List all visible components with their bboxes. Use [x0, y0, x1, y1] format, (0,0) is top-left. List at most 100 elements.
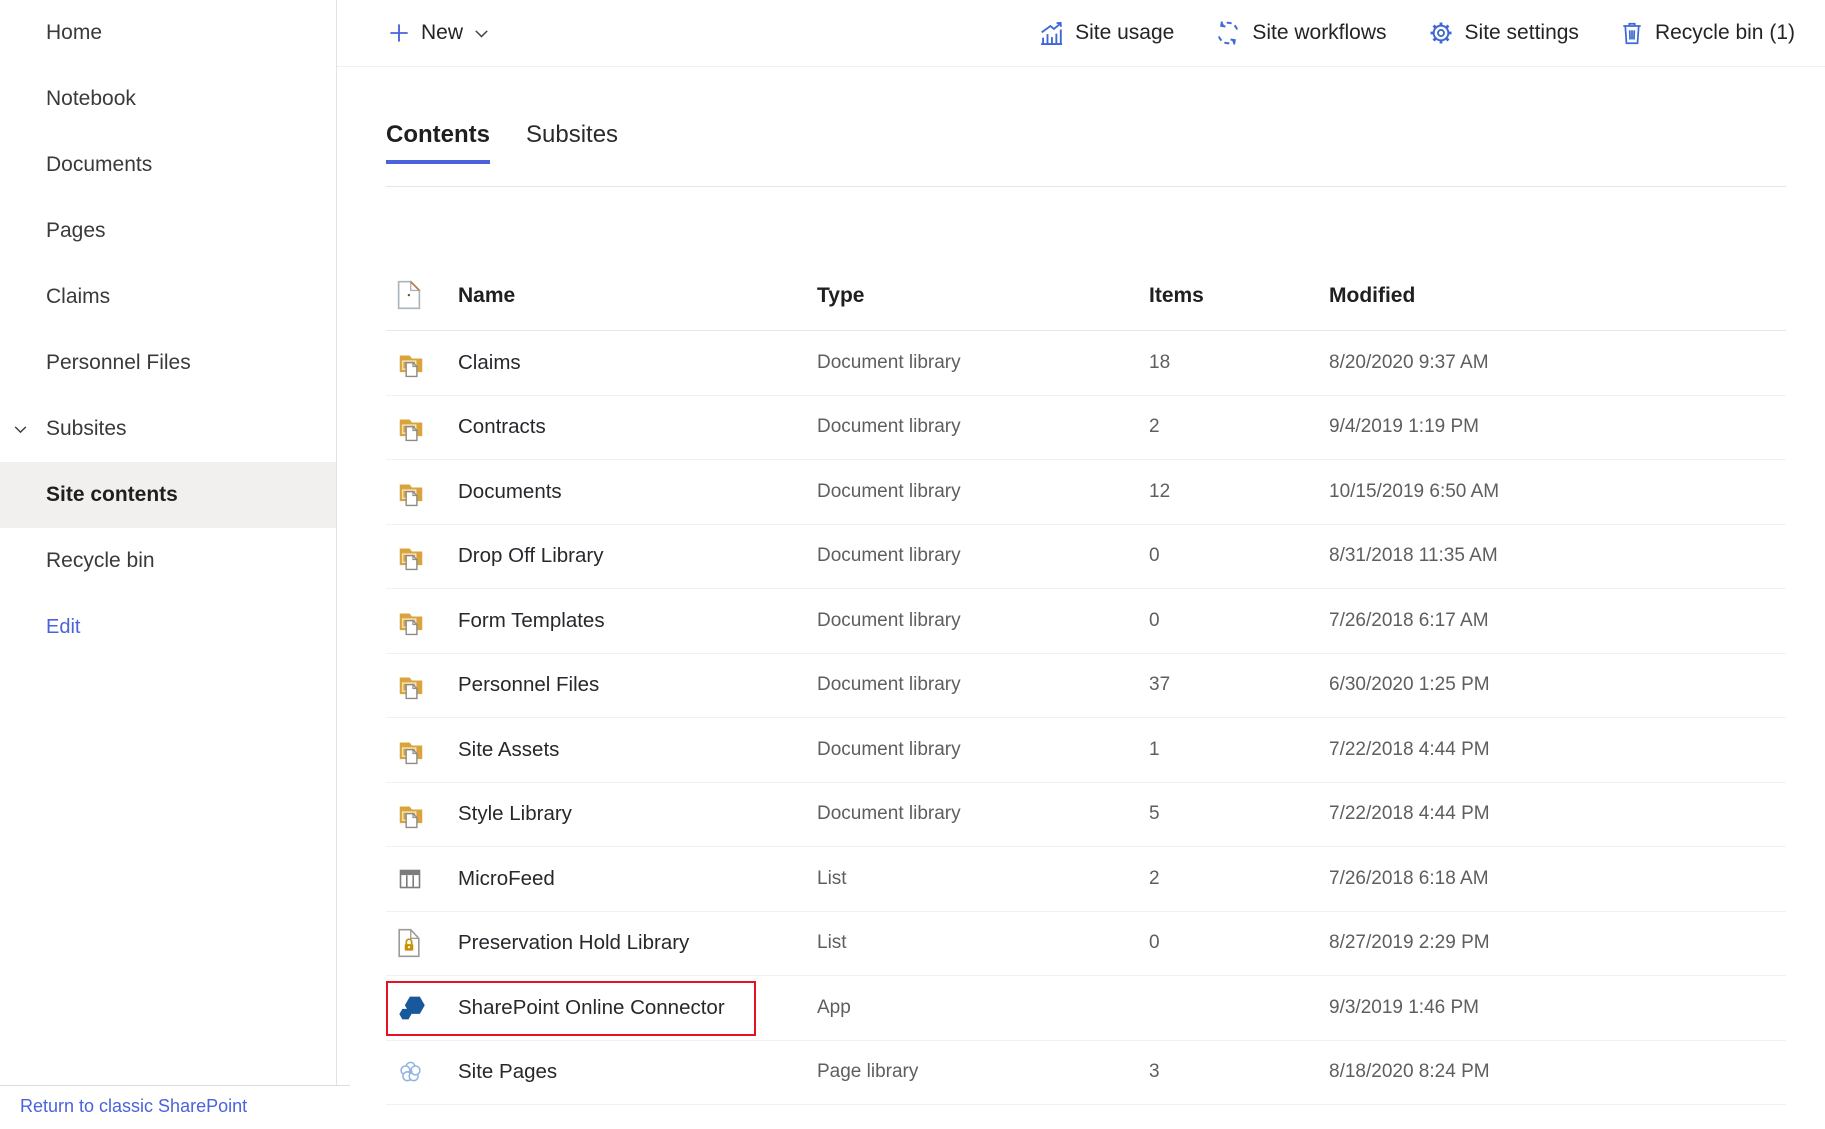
column-header-type[interactable]: Type — [817, 284, 864, 308]
table-row-drop-off-library[interactable]: Drop Off LibraryDocument library08/31/20… — [386, 525, 1786, 590]
tab-subsites[interactable]: Subsites — [526, 121, 618, 164]
row-name-link[interactable]: Preservation Hold Library — [458, 931, 689, 955]
chevron-down-icon[interactable] — [12, 396, 29, 462]
column-header-name[interactable]: Name — [458, 284, 515, 308]
sidebar-item-label: Subsites — [46, 417, 127, 440]
table-row-site-pages[interactable]: Site Pages Page library 3 8/18/2020 8:24 PM — [386, 1041, 1786, 1106]
row-name-link[interactable]: Personnel Files — [458, 673, 599, 697]
sidebar-item-label: Pages — [46, 219, 106, 242]
row-name-link[interactable]: Site Assets — [458, 738, 559, 762]
sidebar-item-label: Recycle bin — [46, 549, 155, 572]
new-button[interactable]: New — [386, 20, 491, 46]
document-library-icon — [396, 799, 426, 829]
recycle-bin-icon — [1619, 20, 1645, 46]
document-library-icon — [396, 348, 426, 378]
row-modified: 9/3/2019 1:46 PM — [1329, 997, 1479, 1019]
row-name-link[interactable]: SharePoint Online Connector — [458, 996, 725, 1020]
row-type: Document library — [817, 481, 961, 503]
sidebar-item-documents[interactable]: Documents — [0, 132, 336, 198]
site-workflows-icon — [1214, 19, 1242, 47]
row-items: 5 — [1149, 803, 1160, 825]
table-row-form-templates[interactable]: Form TemplatesDocument library07/26/2018… — [386, 589, 1786, 654]
column-header-modified[interactable]: Modified — [1329, 284, 1415, 308]
sidebar-item-home[interactable]: Home — [0, 0, 336, 66]
sidebar-item-edit[interactable]: Edit — [0, 594, 336, 660]
row-type: App — [817, 997, 851, 1019]
page-lock-icon — [396, 928, 422, 958]
tabs: Contents Subsites — [386, 121, 618, 164]
row-type: List — [817, 932, 847, 954]
row-name-link[interactable]: MicroFeed — [458, 867, 555, 891]
file-icon — [396, 280, 422, 310]
new-button-label: New — [421, 21, 463, 45]
table-row-sharepoint-online-connector[interactable]: SharePoint Online Connector App 9/3/2019 1… — [386, 976, 1786, 1041]
table-row-style-library[interactable]: Style LibraryDocument library57/22/2018 … — [386, 783, 1786, 848]
row-type: Page library — [817, 1061, 918, 1083]
site-settings-icon — [1427, 19, 1455, 47]
row-modified: 7/26/2018 6:17 AM — [1329, 610, 1489, 632]
table-row-microfeed[interactable]: MicroFeedList27/26/2018 6:18 AM — [386, 847, 1786, 912]
row-name-link[interactable]: Drop Off Library — [458, 544, 603, 568]
sidebar-nav: HomeNotebookDocuments Pages ClaimsPersonne… — [0, 0, 336, 660]
row-modified: 6/30/2020 1:25 PM — [1329, 674, 1490, 696]
site-usage-button[interactable]: Site usage — [1037, 19, 1174, 47]
row-items: 1 — [1149, 739, 1160, 761]
document-library-icon — [396, 735, 426, 765]
row-modified: 8/27/2019 2:29 PM — [1329, 932, 1490, 954]
row-name-link[interactable]: Claims — [458, 351, 521, 375]
tab-contents[interactable]: Contents — [386, 121, 490, 164]
row-modified: 8/18/2020 8:24 PM — [1329, 1061, 1490, 1083]
table-row-contracts[interactable]: ContractsDocument library29/4/2019 1:19 … — [386, 396, 1786, 461]
site-pages-icon — [396, 1058, 425, 1087]
sidebar-item-subsites[interactable]: Subsites — [0, 396, 336, 462]
site-usage-icon — [1037, 19, 1065, 47]
row-items: 0 — [1149, 545, 1160, 567]
table-row-preservation-hold-library[interactable]: Preservation Hold LibraryList08/27/2019 … — [386, 912, 1786, 977]
row-type: List — [817, 868, 847, 890]
row-type: Document library — [817, 352, 961, 374]
sidebar: HomeNotebookDocuments Pages ClaimsPersonne… — [0, 0, 336, 1129]
document-library-icon — [396, 412, 426, 442]
return-to-classic-link[interactable]: Return to classic SharePoint — [20, 1096, 247, 1117]
row-items: 3 — [1149, 1061, 1160, 1083]
recycle-bin-1-button[interactable]: Recycle bin (1) — [1619, 20, 1795, 46]
tab-contents-label: Contents — [386, 121, 490, 148]
sidebar-item-claims[interactable]: Claims — [0, 264, 336, 330]
row-items: 2 — [1149, 868, 1160, 890]
row-modified: 8/20/2020 9:37 AM — [1329, 352, 1489, 374]
row-modified: 10/15/2019 6:50 AM — [1329, 481, 1499, 503]
table-row-personnel-files[interactable]: Personnel FilesDocument library376/30/20… — [386, 654, 1786, 719]
sidebar-item-pages[interactable]: Pages — [0, 198, 336, 264]
table-row-claims[interactable]: Claims Document library 18 8/20/2020 9:37 A… — [386, 331, 1786, 396]
row-items: 18 — [1149, 352, 1170, 374]
sidebar-item-recycle-bin[interactable]: Recycle bin — [0, 528, 336, 594]
sidebar-item-site-contents[interactable]: Site contents — [0, 462, 336, 528]
active-tab-underline — [386, 160, 490, 164]
table-row-site-assets[interactable]: Site AssetsDocument library17/22/2018 4:… — [386, 718, 1786, 783]
chevron-down-icon — [472, 24, 491, 43]
row-type: Document library — [817, 545, 961, 567]
table-row-documents[interactable]: Documents Document library 12 10/15/2019 6:… — [386, 460, 1786, 525]
document-library-icon — [396, 541, 426, 571]
table-body: Claims Document library 18 8/20/2020 9:37 A… — [386, 331, 1786, 1105]
tab-subsites-label: Subsites — [526, 121, 618, 148]
sidebar-footer-divider — [0, 1085, 350, 1086]
row-name-link[interactable]: Form Templates — [458, 609, 605, 633]
column-header-items[interactable]: Items — [1149, 284, 1204, 308]
document-library-icon — [396, 670, 426, 700]
command-label: Site workflows — [1252, 21, 1386, 45]
row-type: Document library — [817, 416, 961, 438]
main-content: New Site usage Site workflows Site setting… — [337, 0, 1825, 1129]
row-name-link[interactable]: Documents — [458, 480, 562, 504]
row-name-link[interactable]: Contracts — [458, 415, 546, 439]
sharepoint-site-contents-page: HomeNotebookDocumentsPagesClaimsPersonne… — [0, 0, 1825, 1129]
sidebar-item-personnel-files[interactable]: Personnel Files — [0, 330, 336, 396]
row-items: 37 — [1149, 674, 1170, 696]
sidebar-item-notebook[interactable]: Notebook — [0, 66, 336, 132]
row-items: 12 — [1149, 481, 1170, 503]
row-name-link[interactable]: Site Pages — [458, 1060, 557, 1084]
site-workflows-button[interactable]: Site workflows — [1214, 19, 1386, 47]
sidebar-item-label: Edit — [46, 616, 80, 638]
site-settings-button[interactable]: Site settings — [1427, 19, 1579, 47]
row-name-link[interactable]: Style Library — [458, 802, 572, 826]
